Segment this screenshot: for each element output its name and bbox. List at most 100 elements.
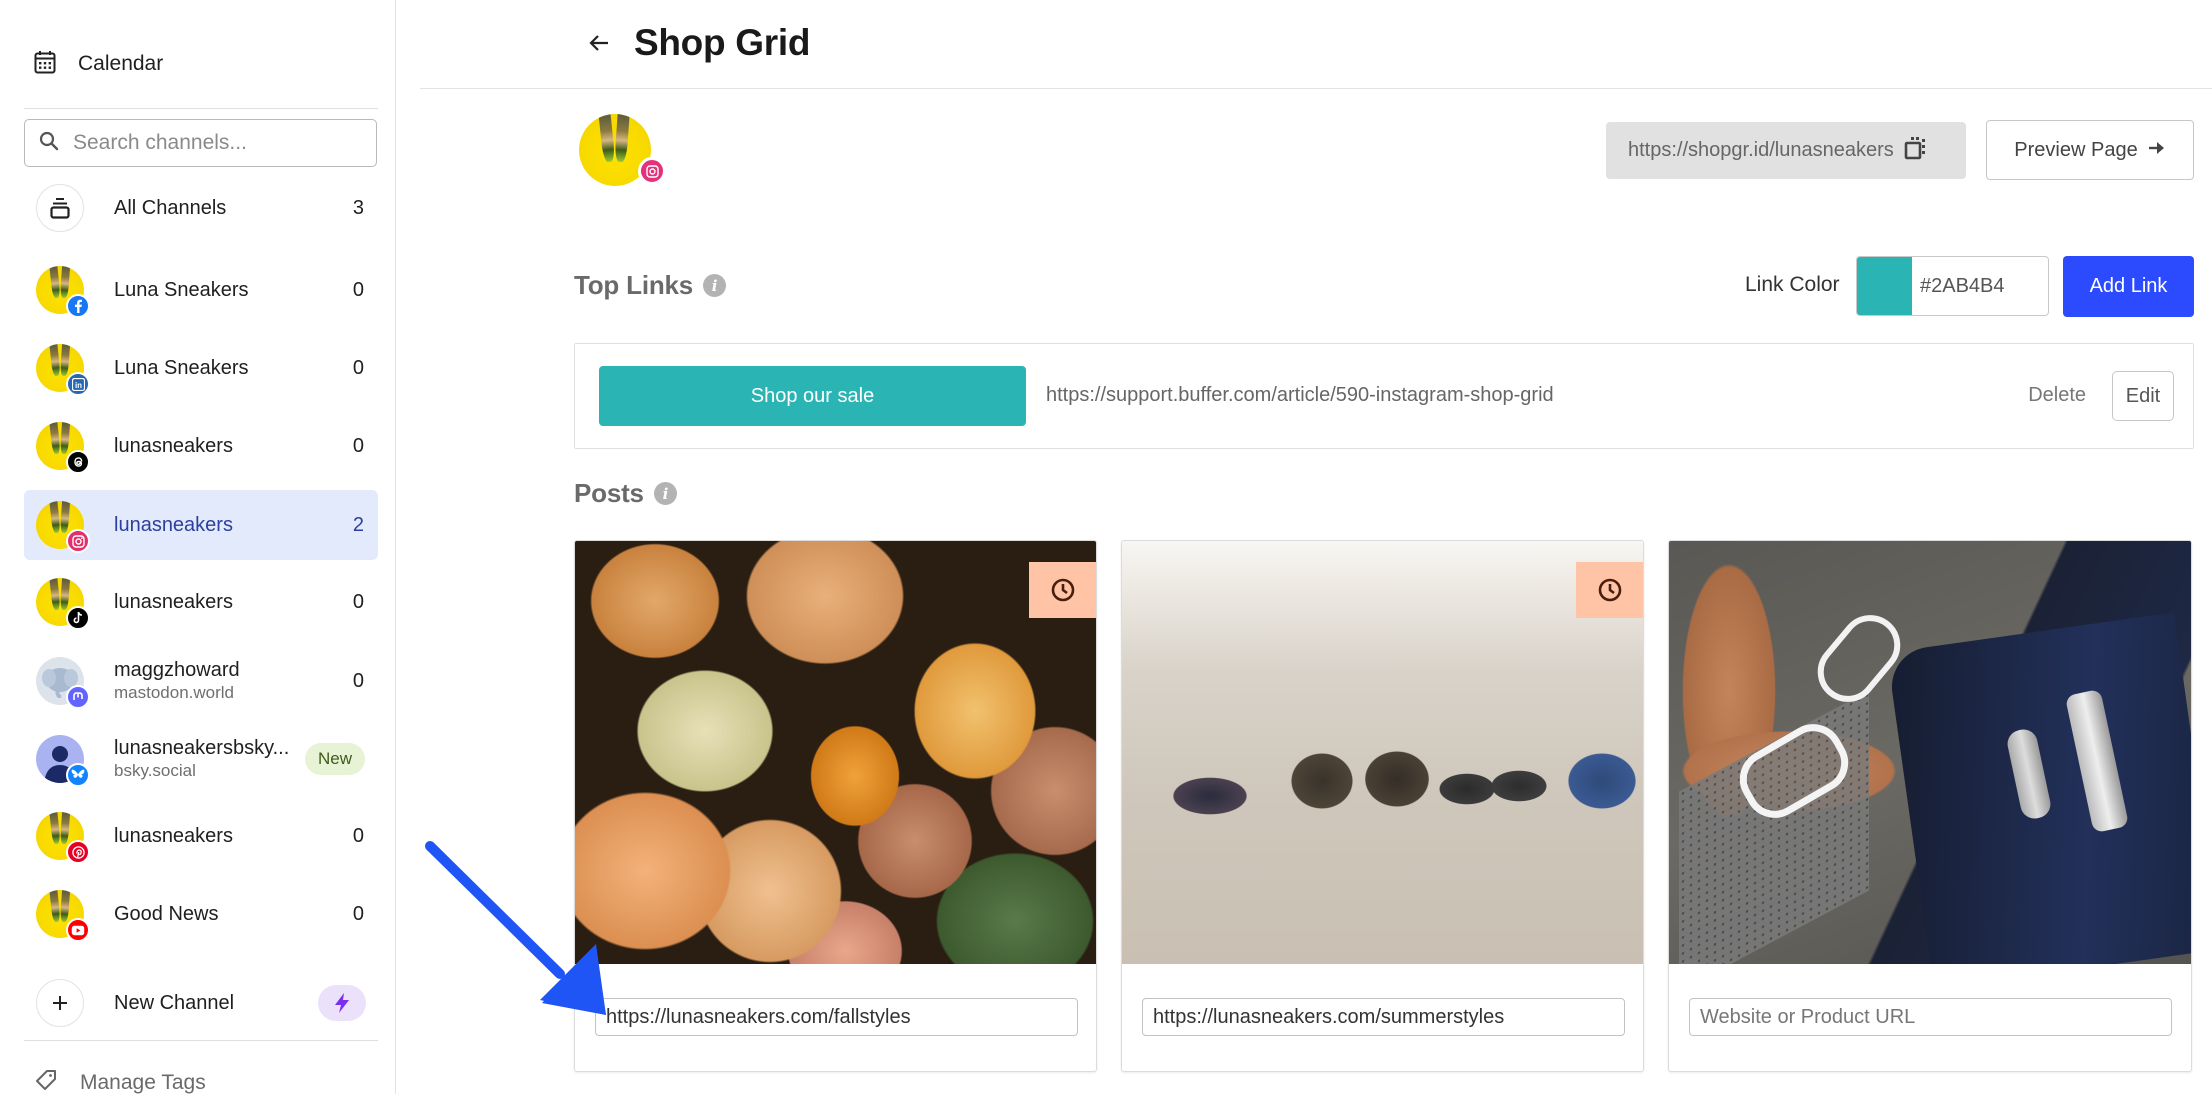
facebook-icon: [66, 294, 90, 318]
tag-icon: [34, 1068, 58, 1094]
sidebar-item-all-channels[interactable]: All Channels 3: [24, 173, 378, 243]
calendar-icon: [34, 50, 56, 79]
channel-name: Luna Sneakers: [114, 356, 249, 379]
copy-icon[interactable]: [1904, 135, 1928, 166]
channel-name: maggzhoward: [114, 659, 240, 681]
post-card: [574, 540, 1097, 1072]
top-links-heading: Top Links i: [574, 270, 727, 301]
channel-count: 0: [352, 356, 364, 379]
avatar: [36, 578, 90, 630]
posts-title: Posts: [574, 478, 644, 508]
channel-name: lunasneakersbsky...: [114, 737, 290, 759]
post-card: [1121, 540, 1644, 1072]
search-channels-field[interactable]: [24, 119, 377, 167]
link-color-picker[interactable]: [1856, 256, 2049, 316]
link-color-swatch[interactable]: [1857, 257, 1912, 315]
shop-url-text: https://shopgr.id/lunasneakers: [1628, 139, 1894, 161]
top-link-row: Shop our sale https://support.buffer.com…: [574, 343, 2194, 449]
shop-url-copy-field[interactable]: https://shopgr.id/lunasneakers: [1606, 122, 1966, 179]
post-image-flip-flops-and-suitcase[interactable]: [1669, 541, 2191, 964]
tiktok-icon: [66, 606, 90, 630]
youtube-icon: [66, 918, 90, 942]
new-channel-label: New Channel: [114, 991, 235, 1014]
link-color-hex-input[interactable]: [1912, 257, 2048, 315]
channel-count: 0: [352, 902, 364, 925]
channel-name: Good News: [114, 902, 219, 925]
avatar: [36, 812, 90, 864]
add-link-button[interactable]: Add Link: [2063, 256, 2194, 317]
post-url-input[interactable]: [595, 998, 1078, 1036]
channel-server: mastodon.world: [114, 683, 235, 702]
avatar: [36, 422, 90, 474]
sidebar-divider: [24, 108, 378, 109]
sidebar-item-luna-sneakers-facebook[interactable]: Luna Sneakers 0: [24, 255, 378, 325]
channel-name: lunasneakers: [114, 824, 233, 847]
sidebar: Calendar All Channels 3 Luna Sneakers 0: [0, 0, 396, 1094]
channel-names: All Channels: [114, 197, 304, 220]
info-icon[interactable]: i: [653, 482, 677, 505]
channel-count: 2: [352, 513, 364, 536]
new-channel-button[interactable]: New Channel: [24, 968, 378, 1038]
channel-name: lunasneakers: [114, 434, 233, 457]
channel-count: 0: [352, 278, 364, 301]
sidebar-item-lunasneakers-instagram[interactable]: lunasneakers 2: [24, 490, 378, 560]
channel-count: 0: [352, 590, 364, 613]
pinterest-icon: [66, 840, 90, 864]
threads-icon: [66, 450, 90, 474]
post-card: [1668, 540, 2192, 1072]
channel-count: 0: [352, 824, 364, 847]
channel-name: lunasneakers: [114, 590, 233, 613]
sidebar-divider: [24, 1040, 378, 1041]
edit-link-button[interactable]: Edit: [2112, 371, 2174, 421]
manage-tags-link[interactable]: Manage Tags: [34, 1068, 206, 1094]
sidebar-item-maggzhoward-mastodon[interactable]: maggzhoward mastodon.world 0: [24, 646, 378, 716]
sidebar-item-lunasneakers-tiktok[interactable]: lunasneakers 0: [24, 567, 378, 637]
post-url-input[interactable]: [1142, 998, 1625, 1036]
channel-count: 0: [352, 434, 364, 457]
channel-server: bsky.social: [114, 761, 196, 780]
stack-icon: [36, 184, 84, 232]
svg-text:in: in: [74, 381, 81, 390]
top-links-title: Top Links: [574, 270, 694, 300]
post-image-pumpkins[interactable]: [575, 541, 1096, 964]
sidebar-item-lunasneakers-bluesky[interactable]: lunasneakersbsky... bsky.social New: [24, 724, 378, 794]
clock-icon: [1576, 562, 1643, 618]
avatar: [36, 735, 90, 787]
plus-icon: [36, 979, 84, 1027]
lightning-bolt-icon: [318, 985, 366, 1021]
sidebar-item-lunasneakers-pinterest[interactable]: lunasneakers 0: [24, 801, 378, 871]
avatar: in: [36, 344, 90, 396]
linkedin-icon: in: [66, 372, 90, 396]
delete-link-button[interactable]: Delete: [2028, 384, 2086, 407]
sidebar-item-good-news-youtube[interactable]: Good News 0: [24, 879, 378, 949]
preview-page-label: Preview Page: [2014, 138, 2138, 161]
avatar: [36, 266, 90, 318]
new-badge: New: [304, 743, 365, 775]
post-image-shoes-on-beach[interactable]: [1122, 541, 1643, 964]
top-link-url: https://support.buffer.com/article/590-i…: [1046, 384, 1554, 406]
info-icon[interactable]: i: [703, 274, 727, 297]
all-channels-count: 3: [352, 196, 364, 219]
post-url-input[interactable]: [1689, 998, 2172, 1036]
channel-name: Luna Sneakers: [114, 278, 249, 301]
calendar-nav-item[interactable]: Calendar: [34, 44, 163, 84]
posts-heading: Posts i: [574, 478, 677, 509]
header-divider: [420, 88, 2212, 89]
avatar: [36, 890, 90, 942]
preview-page-button[interactable]: Preview Page: [1986, 120, 2194, 180]
channel-name: lunasneakers: [114, 513, 233, 536]
instagram-icon: [66, 529, 90, 553]
shop-our-sale-link-button[interactable]: Shop our sale: [599, 366, 1026, 426]
search-channels-input[interactable]: [73, 131, 363, 155]
sidebar-item-lunasneakers-threads[interactable]: lunasneakers 0: [24, 411, 378, 481]
sidebar-item-luna-sneakers-linkedin[interactable]: in Luna Sneakers 0: [24, 333, 378, 403]
link-color-label: Link Color: [1745, 273, 1840, 296]
arrow-left-icon: [588, 33, 610, 58]
mastodon-icon: [66, 685, 90, 709]
clock-icon: [1029, 562, 1096, 618]
instagram-icon: [638, 157, 666, 185]
back-button[interactable]: [584, 30, 614, 60]
arrow-right-icon: [2148, 139, 2166, 162]
manage-tags-label: Manage Tags: [80, 1070, 206, 1094]
bluesky-icon: [66, 763, 90, 787]
